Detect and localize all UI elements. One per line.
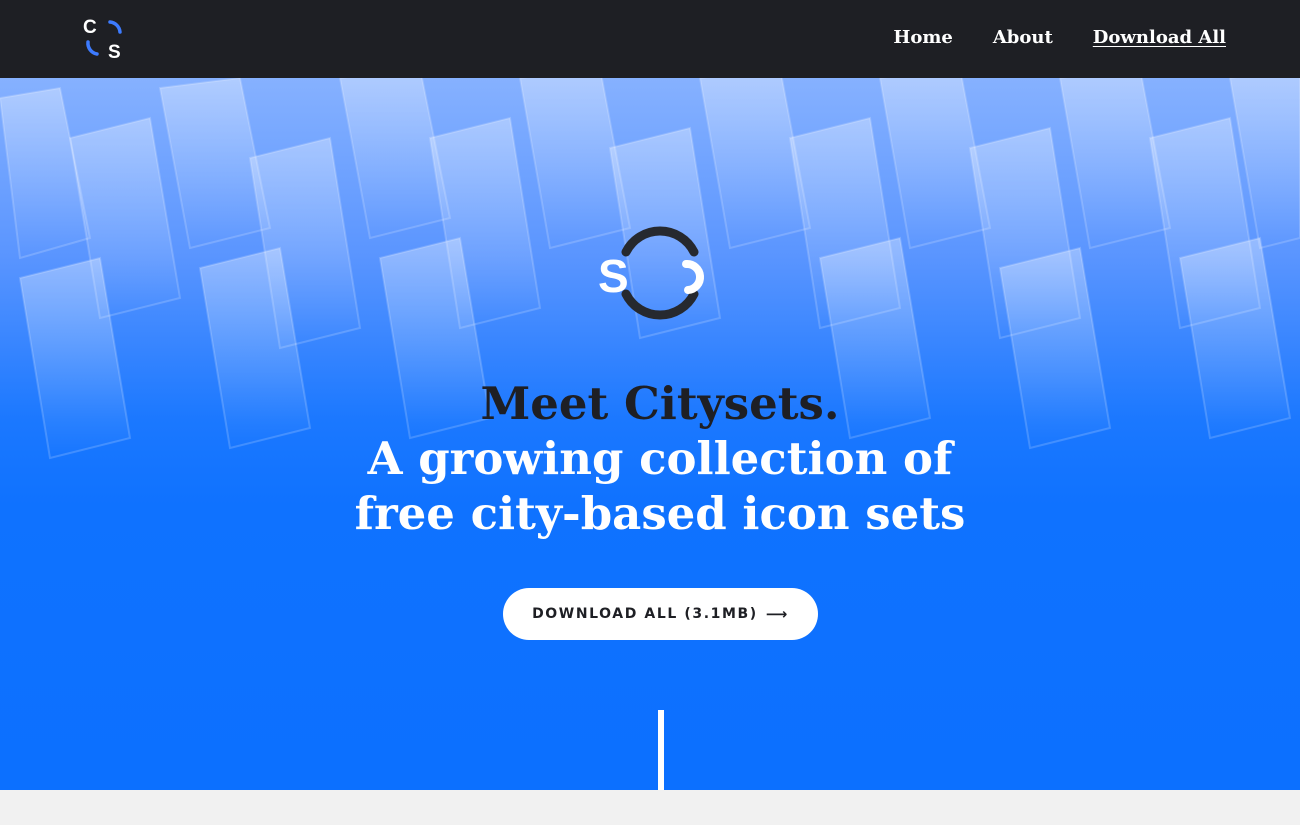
hero-headline: Meet Citysets. A growing collection of f… <box>250 376 1070 541</box>
nav-home[interactable]: Home <box>893 26 953 50</box>
citysets-mark-icon: S <box>598 226 704 320</box>
headline-line-3: free city-based icon sets <box>354 487 966 540</box>
svg-text:S: S <box>598 250 629 302</box>
headline-line-1: Meet Citysets. <box>480 377 840 430</box>
next-section-edge <box>0 790 1300 825</box>
headline-line-2: A growing collection of <box>367 432 953 485</box>
top-navigation-bar: C S Home About Download All <box>0 0 1300 78</box>
nav-about[interactable]: About <box>993 26 1053 50</box>
logo-icon: C S <box>83 17 122 63</box>
hero-section: S Meet Citysets. A growing collection of… <box>0 78 1300 790</box>
citysets-logo[interactable]: C S <box>82 16 126 63</box>
download-all-button[interactable]: DOWNLOAD ALL (3.1MB) ⟶ <box>503 588 818 640</box>
svg-text:S: S <box>108 42 121 60</box>
scroll-indicator-line <box>658 710 664 790</box>
nav-download-all[interactable]: Download All <box>1093 26 1226 50</box>
arrow-right-icon: ⟶ <box>765 605 789 623</box>
svg-text:C: C <box>83 17 97 38</box>
download-all-label: DOWNLOAD ALL (3.1MB) <box>532 606 758 622</box>
main-nav: Home About Download All <box>893 26 1226 50</box>
